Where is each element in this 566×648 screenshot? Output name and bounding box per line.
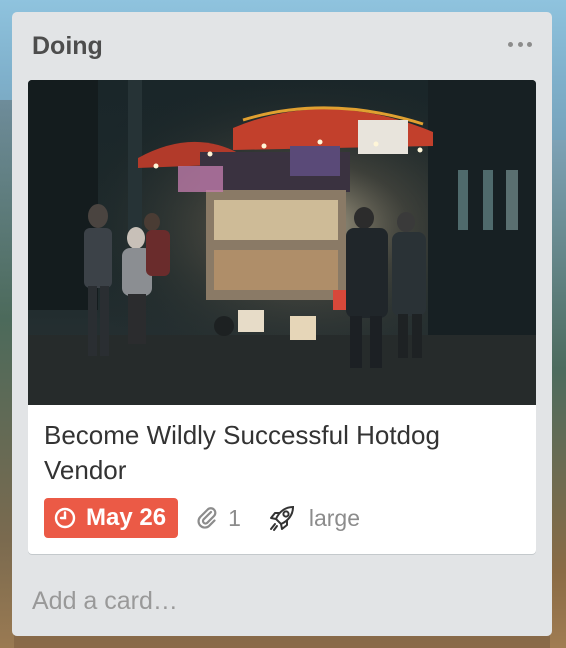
card[interactable]: Become Wildly Successful Hotdog Vendor M… xyxy=(28,80,536,554)
add-card-button[interactable]: Add a card… xyxy=(32,587,178,616)
paperclip-icon xyxy=(197,507,217,529)
list-title[interactable]: Doing xyxy=(32,32,103,61)
size-badge: large xyxy=(267,503,360,533)
list-header: Doing xyxy=(12,12,552,80)
menu-dot xyxy=(508,41,513,47)
size-label: large xyxy=(308,504,361,531)
menu-dot xyxy=(517,41,523,47)
card-title[interactable]: Become Wildly Successful Hotdog Vendor xyxy=(44,418,514,488)
due-date-label: May 26 xyxy=(86,504,167,531)
card-cover-image xyxy=(28,80,536,405)
list-doing: Doing Become Wildly Successful Hotdog Ve… xyxy=(12,12,552,636)
board-background-right xyxy=(550,140,566,648)
due-date-badge[interactable]: May 26 xyxy=(44,498,179,538)
card-badges: May 26 1 large xyxy=(44,498,360,538)
attachments-count: 1 xyxy=(228,504,241,531)
list-menu-icon[interactable] xyxy=(508,36,532,52)
menu-dot xyxy=(527,41,532,47)
clock-icon xyxy=(54,507,76,529)
rocket-icon xyxy=(269,505,294,531)
attachments-badge: 1 xyxy=(196,505,241,532)
